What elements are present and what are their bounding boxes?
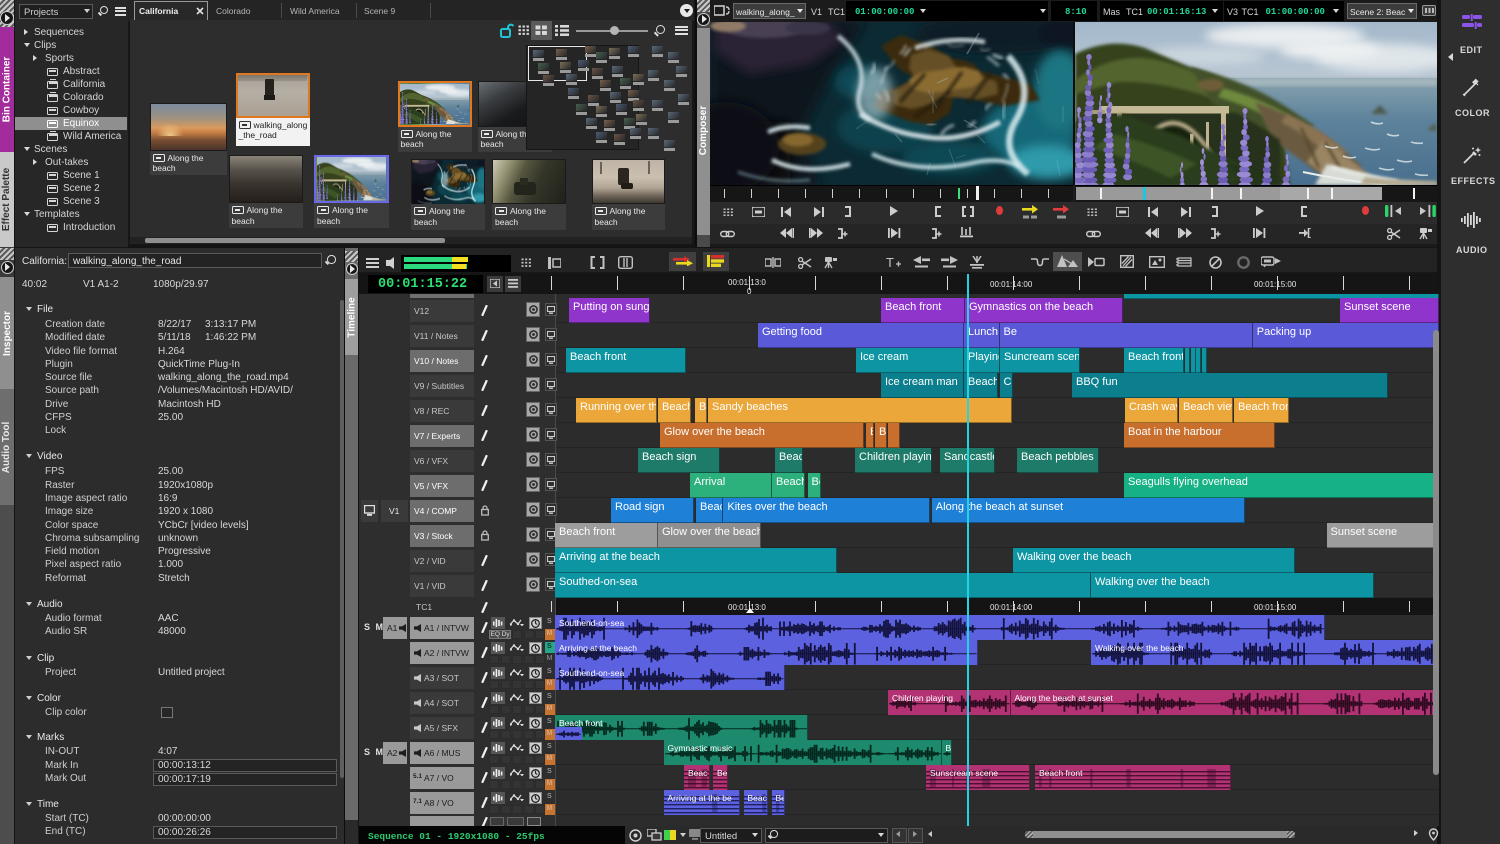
svg-text:T: T — [886, 256, 894, 269]
